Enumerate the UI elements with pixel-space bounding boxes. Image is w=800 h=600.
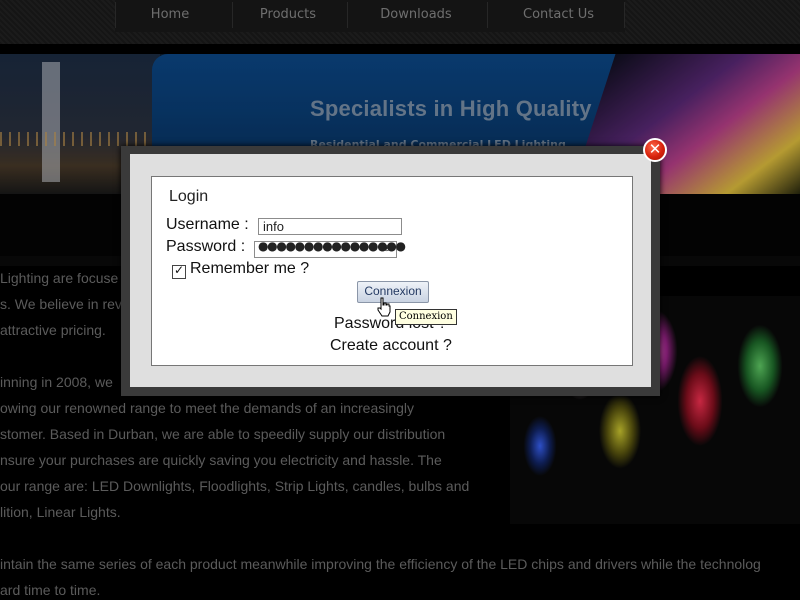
connexion-button[interactable]: Connexion bbox=[357, 281, 429, 303]
username-label: Username : bbox=[166, 216, 249, 233]
close-icon[interactable]: ✕ bbox=[643, 138, 667, 162]
login-legend: Login bbox=[169, 188, 209, 205]
login-dialog-body: Login Username : Password : ●●●●●●●●●●●●… bbox=[130, 154, 651, 387]
username-input[interactable] bbox=[258, 218, 402, 235]
password-label: Password : bbox=[166, 238, 246, 255]
create-account-link[interactable]: Create account ? bbox=[330, 337, 452, 355]
hand-cursor-icon bbox=[377, 297, 391, 317]
login-fieldset: Login Username : Password : ●●●●●●●●●●●●… bbox=[151, 176, 633, 366]
password-reveal-icon[interactable]: ⊛ bbox=[383, 244, 393, 254]
login-dialog: Login Username : Password : ●●●●●●●●●●●●… bbox=[121, 146, 660, 396]
connexion-tooltip: Connexion bbox=[395, 309, 457, 325]
remember-me-label[interactable]: Remember me ? bbox=[190, 260, 309, 278]
checkmark-icon: ✓ bbox=[174, 263, 185, 277]
password-input[interactable]: ●●●●●●●●●●●●●●●● ⊛ bbox=[254, 239, 406, 258]
remember-me-checkbox[interactable]: ✓ bbox=[172, 263, 186, 279]
